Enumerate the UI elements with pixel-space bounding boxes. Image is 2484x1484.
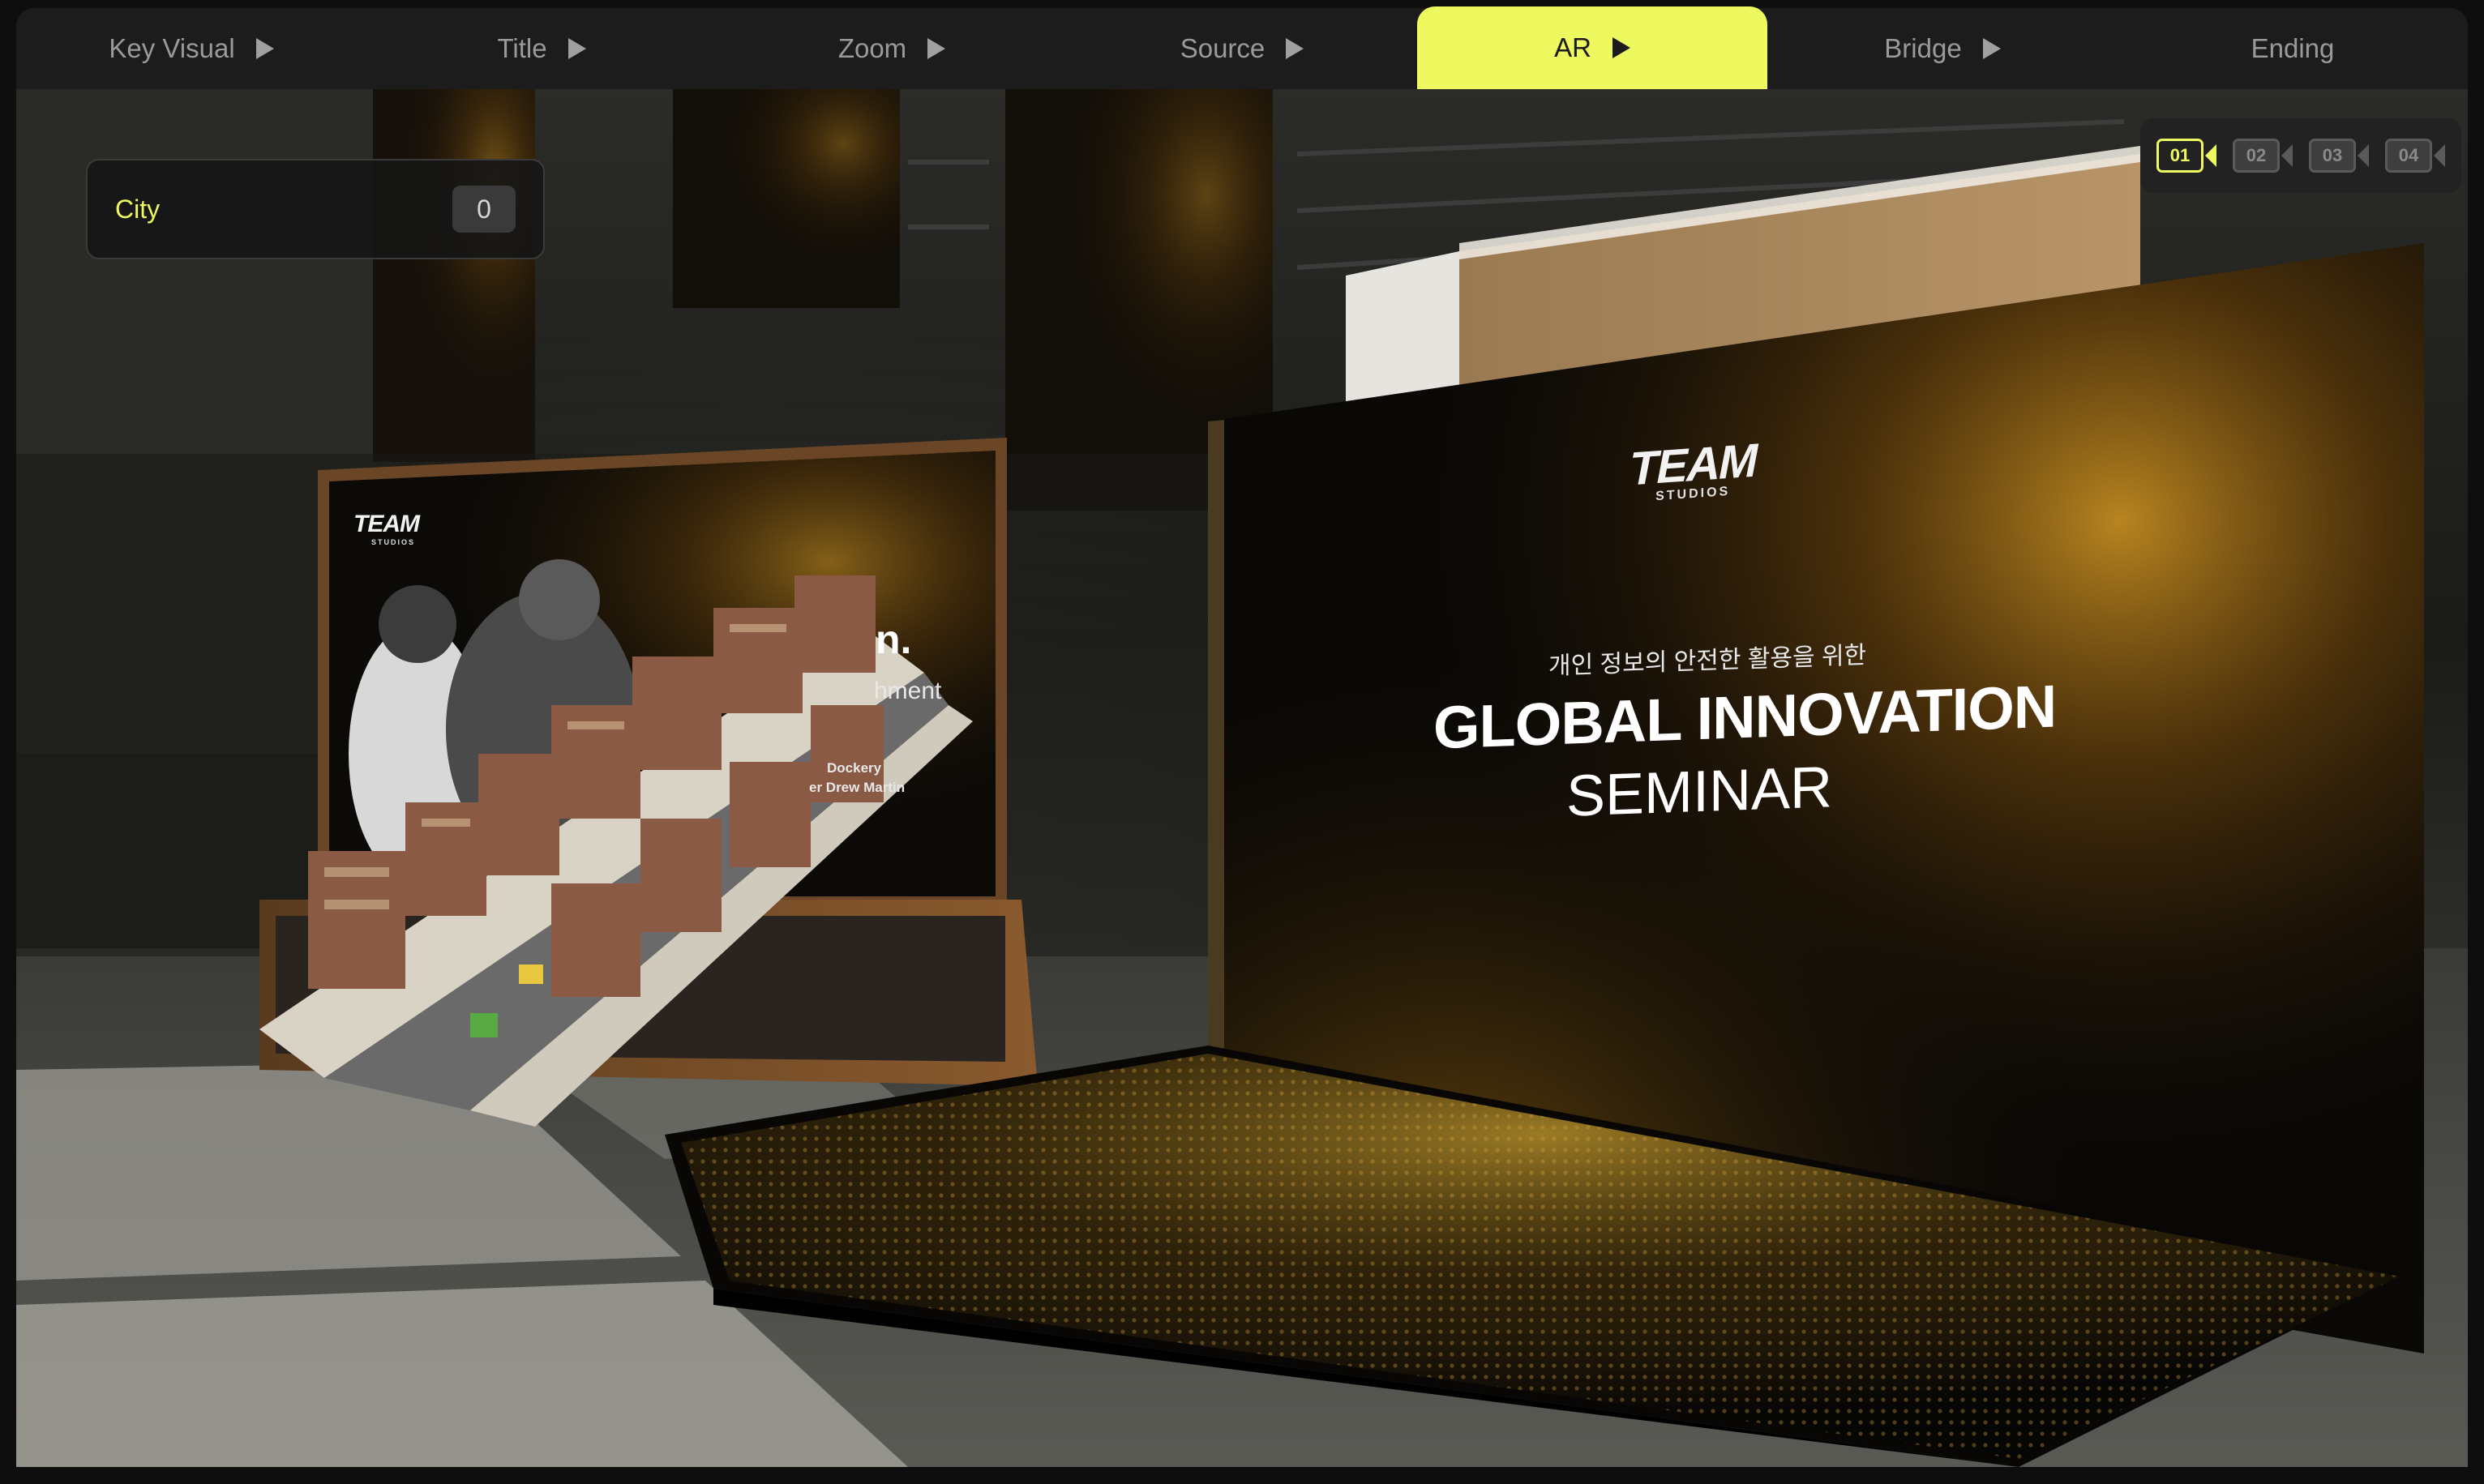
tab-ar[interactable]: AR <box>1417 6 1767 89</box>
play-icon[interactable] <box>1982 38 2001 59</box>
city-value-field[interactable]: 0 <box>452 186 516 233</box>
scene-viewport[interactable]: TEAM STUDIOS 개인 정보의 안전한 활용을 위한 GLOBAL IN… <box>16 89 2468 1467</box>
play-icon[interactable] <box>1612 37 1630 58</box>
camera-lens-icon <box>2358 144 2369 167</box>
tab-zoom[interactable]: Zoom <box>717 8 1067 89</box>
app-window: Key Visual Title Zoom Source AR Bridge E… <box>0 0 2484 1484</box>
tab-key-visual[interactable]: Key Visual <box>16 8 366 89</box>
play-icon[interactable] <box>255 38 274 59</box>
side-screen-title-fragment: n. <box>876 617 912 662</box>
tab-label: Source <box>1180 33 1266 63</box>
camera-icon: 03 <box>2309 139 2356 173</box>
camera-number: 02 <box>2246 145 2267 165</box>
camera-number: 01 <box>2169 145 2191 165</box>
tab-label: Bridge <box>1884 33 1962 63</box>
camera-03-button[interactable]: 03 <box>2309 139 2369 173</box>
camera-icon: 04 <box>2385 139 2432 173</box>
main-screen-subtitle: SEMINAR <box>1566 755 1833 829</box>
side-screen-speaker-1: Dockery <box>827 760 882 776</box>
tab-label: Title <box>497 33 547 63</box>
camera-02-button[interactable]: 02 <box>2233 139 2293 173</box>
tab-label: Key Visual <box>109 33 235 63</box>
side-screen-line-fragment: hment <box>874 678 942 704</box>
camera-icon: 02 <box>2233 139 2280 173</box>
play-icon[interactable] <box>927 38 946 59</box>
play-icon[interactable] <box>567 38 586 59</box>
camera-lens-icon <box>2205 144 2216 167</box>
tab-bridge[interactable]: Bridge <box>1767 8 2118 89</box>
tab-ending[interactable]: Ending <box>2118 8 2468 89</box>
camera-lens-icon <box>2434 144 2445 167</box>
side-screen-logo: TEAM STUDIOS <box>353 511 420 546</box>
camera-number: 04 <box>2398 145 2419 165</box>
tab-source[interactable]: Source <box>1067 8 1417 89</box>
tab-label: AR <box>1554 32 1591 62</box>
city-control-panel[interactable]: City 0 <box>86 159 545 259</box>
camera-switcher: 01 02 03 04 <box>2140 118 2461 193</box>
play-icon[interactable] <box>1286 38 1304 59</box>
camera-01-button[interactable]: 01 <box>2156 139 2216 173</box>
side-screen-speaker-2: er Drew Martin <box>809 780 906 795</box>
city-label: City <box>115 194 161 224</box>
main-screen-logo: TEAM STUDIOS <box>1630 434 1757 504</box>
virtual-studio-render <box>16 89 2468 1467</box>
camera-lens-icon <box>2281 144 2293 167</box>
camera-number: 03 <box>2322 145 2343 165</box>
tab-label: Zoom <box>837 33 907 63</box>
tab-title[interactable]: Title <box>366 8 717 89</box>
camera-icon: 01 <box>2156 139 2203 173</box>
tab-label: Ending <box>2251 33 2335 63</box>
camera-04-button[interactable]: 04 <box>2385 139 2445 173</box>
scene-tab-bar: Key Visual Title Zoom Source AR Bridge E… <box>16 6 2468 89</box>
